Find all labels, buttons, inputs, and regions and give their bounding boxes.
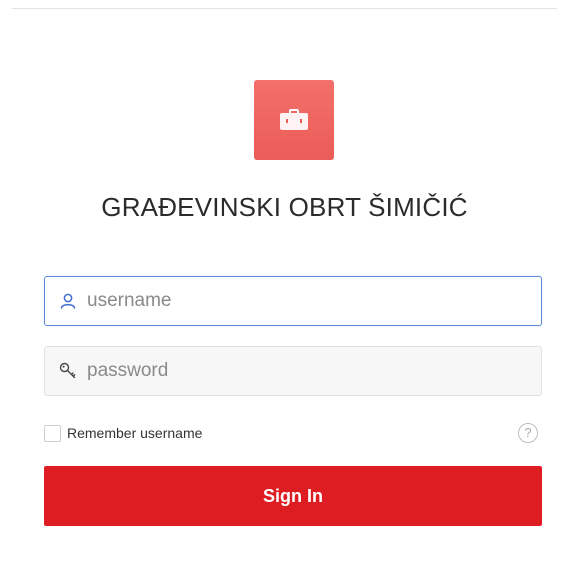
briefcase-icon <box>279 108 309 132</box>
login-page: GRAĐEVINSKI OBRT ŠIMIČIĆ Remember userna… <box>0 0 569 562</box>
username-input[interactable] <box>87 277 541 325</box>
password-input[interactable] <box>87 347 541 395</box>
help-icon[interactable]: ? <box>518 423 538 443</box>
password-field[interactable] <box>44 346 542 396</box>
remember-label[interactable]: Remember username <box>67 425 202 441</box>
user-icon <box>59 292 77 310</box>
username-field[interactable] <box>44 276 542 326</box>
sign-in-button[interactable]: Sign In <box>44 466 542 526</box>
top-divider <box>12 8 557 9</box>
key-icon <box>59 362 77 380</box>
app-logo <box>254 80 334 160</box>
remember-checkbox[interactable] <box>44 424 61 442</box>
app-title: GRAĐEVINSKI OBRT ŠIMIČIĆ <box>101 192 468 222</box>
remember-row: Remember username ? <box>44 423 542 443</box>
